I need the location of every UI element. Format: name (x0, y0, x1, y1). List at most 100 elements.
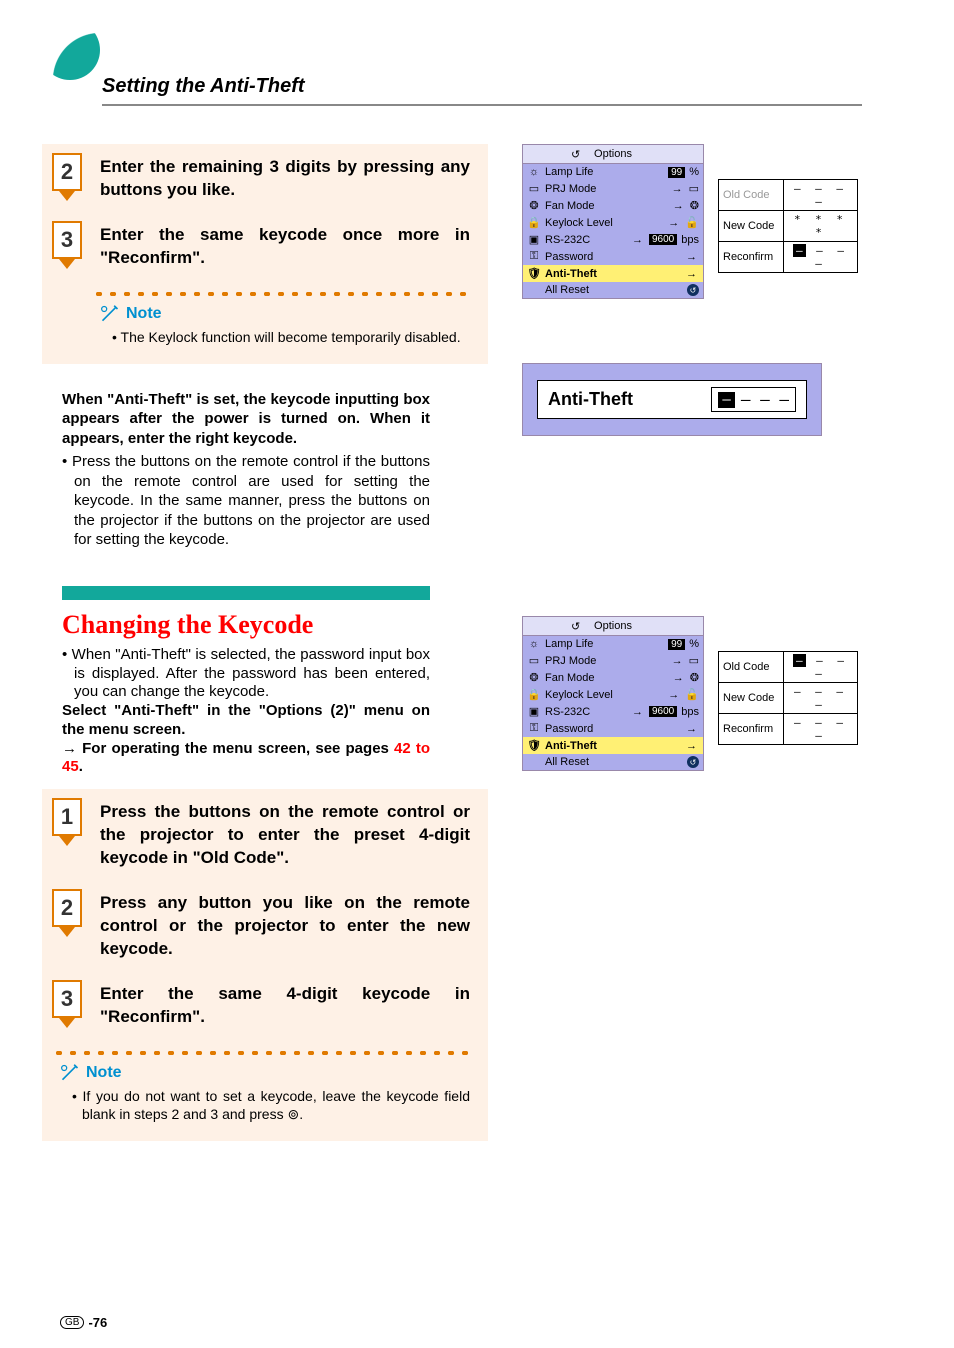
table-row: Old Code– – – – (719, 652, 858, 683)
port-icon: ▣ (527, 233, 541, 246)
menu-item-keylock[interactable]: 🔒 Keylock Level →🔓 (523, 214, 703, 231)
step-badge-2: 2 (52, 889, 82, 927)
page-number: -76 (88, 1315, 107, 1330)
menu-item-password[interactable]: ⚿ Password → (523, 248, 703, 265)
menu-value: 9600 (649, 234, 677, 245)
reset-icon: ↺ (687, 756, 699, 768)
arrow-icon: → (672, 655, 683, 667)
anti-theft-label: Anti-Theft (548, 389, 691, 410)
row-label: Old Code (719, 180, 784, 211)
body-bold: When "Anti-Theft" is set, the keycode in… (62, 390, 430, 449)
arrow-icon: → (686, 723, 697, 735)
note-icon (60, 1063, 80, 1083)
port-icon: ▣ (527, 705, 541, 718)
table-row: Reconfirm– – – – (719, 714, 858, 745)
menu-item-reset[interactable]: All Reset ↺ (523, 754, 703, 770)
menu-label: Anti-Theft (545, 268, 682, 280)
row-label: Old Code (719, 652, 784, 683)
step-badge-3: 3 (52, 221, 82, 259)
menu-label: All Reset (545, 756, 683, 768)
menu-item-lamp[interactable]: ☼ Lamp Life 99 % (523, 164, 703, 180)
intro-bold: Select "Anti-Theft" in the "Options (2)"… (62, 702, 430, 740)
cursor: – (793, 654, 806, 667)
unlock-icon: 🔓 (685, 688, 699, 701)
code-entry-table: Old Code– – – – New Code– – – – Reconfir… (718, 651, 858, 745)
steps-box-bottom: 1 Press the buttons on the remote contro… (42, 789, 488, 1141)
arrow-icon: → (632, 706, 643, 718)
options-menu: Options ☼ Lamp Life 99 % ▭ PRJ Mode →▭ ❂… (522, 616, 704, 771)
menu-label: Fan Mode (545, 200, 669, 212)
menu-item-rs232[interactable]: ▣ RS-232C → 9600 bps (523, 231, 703, 248)
projector-icon: ▭ (527, 182, 541, 195)
step-badge-3: 3 (52, 980, 82, 1018)
menu-item-prj[interactable]: ▭ PRJ Mode →▭ (523, 652, 703, 669)
arrow-icon: → (673, 672, 684, 684)
section-heading: Changing the Keycode (62, 610, 430, 640)
value-rest: – – – (806, 654, 849, 680)
menu-item-prj[interactable]: ▭ PRJ Mode →▭ (523, 180, 703, 197)
menu-value: 99 (668, 167, 685, 178)
step-text: Enter the remaining 3 digits by pressing… (100, 156, 470, 202)
menu-label: Keylock Level (545, 689, 664, 701)
menu-label: Lamp Life (545, 166, 664, 178)
intro-arrow-line: For operating the menu screen, see pages… (62, 740, 430, 778)
row-value: – – – – (784, 180, 858, 211)
arrow-icon: → (632, 234, 643, 246)
unit: bps (681, 706, 699, 718)
menu-label: Keylock Level (545, 217, 664, 229)
table-row: Old Code– – – – (719, 180, 858, 211)
menu-label: RS-232C (545, 234, 628, 246)
cursor: – (793, 244, 806, 257)
lamp-icon: ☼ (527, 166, 541, 178)
reset-icon: ↺ (687, 284, 699, 296)
fan2-icon: ❂ (690, 671, 699, 684)
unit: % (689, 166, 699, 178)
note-label: Note (86, 1064, 122, 1082)
menu-label: All Reset (545, 284, 683, 296)
menu-item-rs232[interactable]: ▣ RS-232C → 9600 bps (523, 703, 703, 720)
arrow-icon: → (673, 200, 684, 212)
shield-icon: 🛡 (527, 267, 541, 280)
step-text: Enter the same keycode once more in "Rec… (100, 224, 470, 270)
row-label: Reconfirm (719, 242, 784, 273)
menu-item-fan[interactable]: ❂ Fan Mode →❂ (523, 197, 703, 214)
arrow-icon: → (672, 183, 683, 195)
row-value: – – – – (784, 683, 858, 714)
menu-label: Anti-Theft (545, 740, 682, 752)
unit: bps (681, 234, 699, 246)
screen-icon: ▭ (689, 654, 699, 667)
row-label: New Code (719, 683, 784, 714)
menu-item-password[interactable]: ⚿ Password → (523, 720, 703, 737)
row-value: * * * * (784, 211, 858, 242)
menu-item-keylock[interactable]: 🔒 Keylock Level →🔓 (523, 686, 703, 703)
unit: % (689, 638, 699, 650)
anti-theft-code-field[interactable]: – – – – (711, 387, 796, 412)
value-rest: – – – (806, 244, 849, 270)
menu-label: PRJ Mode (545, 183, 668, 195)
value-rest: – – – (741, 390, 789, 409)
menu-label: Fan Mode (545, 672, 669, 684)
menu-item-anti-theft[interactable]: 🛡 Anti-Theft → (523, 737, 703, 754)
code-entry-table: Old Code– – – – New Code* * * * Reconfir… (718, 179, 858, 273)
menu-item-fan[interactable]: ❂ Fan Mode →❂ (523, 669, 703, 686)
step-badge-2: 2 (52, 153, 82, 191)
row-value: – – – – (784, 242, 858, 273)
lamp-icon: ☼ (527, 638, 541, 650)
menu-label: Password (545, 723, 682, 735)
fan-icon: ❂ (527, 199, 541, 212)
note-item: The Keylock function will become tempora… (112, 328, 470, 346)
menu-item-lamp[interactable]: ☼ Lamp Life 99 % (523, 636, 703, 652)
note-icon (100, 304, 120, 324)
arrow-icon: → (686, 740, 697, 752)
projector-icon: ▭ (527, 654, 541, 667)
title-rule (102, 104, 862, 106)
page-footer: GB -76 (60, 1315, 107, 1330)
key-icon: ⚿ (527, 722, 541, 735)
corner-decoration (40, 20, 100, 80)
arrow-icon: → (686, 251, 697, 263)
menu-item-reset[interactable]: All Reset ↺ (523, 282, 703, 298)
arrow-icon: → (668, 689, 679, 701)
step-text: Enter the same 4-digit keycode in "Recon… (100, 983, 470, 1029)
menu-item-anti-theft[interactable]: 🛡 Anti-Theft → (523, 265, 703, 282)
note-item: If you do not want to set a keycode, lea… (72, 1087, 470, 1123)
